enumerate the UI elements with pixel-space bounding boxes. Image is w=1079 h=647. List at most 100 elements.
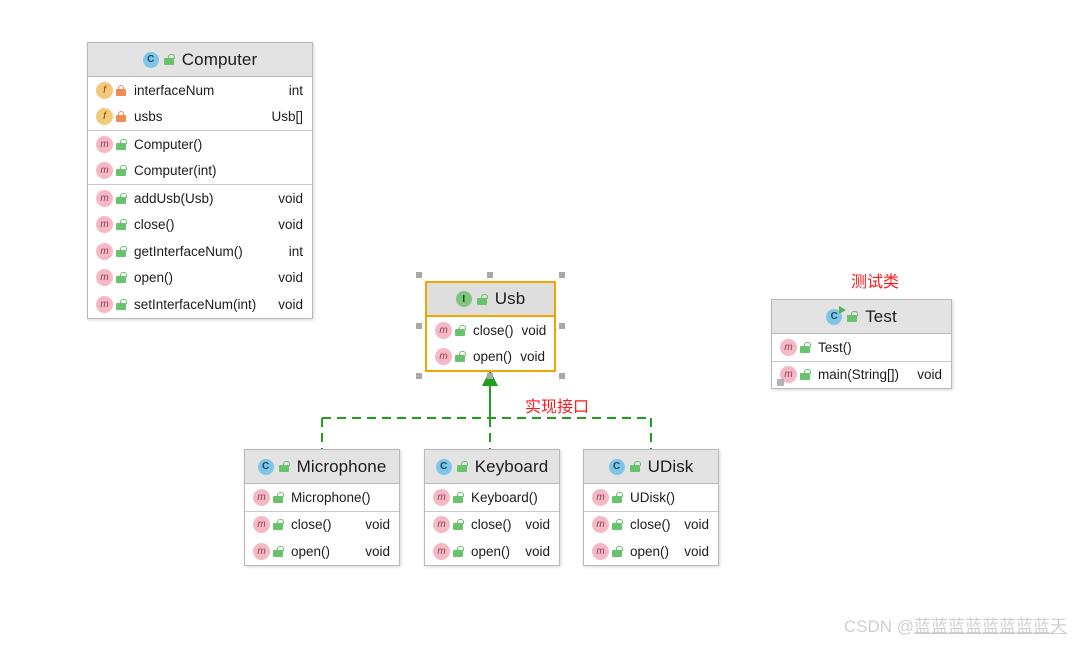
diagram-canvas: C Computer f interfaceNum int f usbs Usb… — [0, 0, 1079, 647]
method-row[interactable]: m Test() — [772, 334, 951, 361]
method-icon: m — [253, 516, 270, 534]
field-name: interfaceNum — [134, 82, 215, 98]
methods-section: m addUsb(Usb) void m close() void m getI… — [88, 185, 312, 318]
field-row[interactable]: f interfaceNum int — [88, 77, 312, 104]
selection-handle-s[interactable] — [487, 373, 493, 379]
method-row[interactable]: m open() void — [427, 344, 554, 371]
methods-section: m close() void m open() void — [584, 512, 718, 565]
method-icon: m — [435, 348, 452, 366]
public-unlocked-icon — [847, 311, 859, 322]
class-icon: C — [435, 458, 452, 475]
method-row[interactable]: m close() void — [584, 512, 718, 539]
methods-section: m close() void m open() void — [425, 512, 559, 565]
public-unlocked-icon — [455, 351, 466, 363]
method-row[interactable]: m open() void — [584, 538, 718, 565]
methods-section: m close() void m open() void — [427, 317, 554, 370]
method-icon: m — [592, 488, 609, 506]
watermark-username: 蓝蓝蓝蓝蓝蓝蓝蓝天 — [914, 617, 1067, 636]
method-row[interactable]: m addUsb(Usb) void — [88, 185, 312, 212]
method-icon: m — [780, 338, 797, 356]
selection-handle-ne[interactable] — [559, 272, 565, 278]
method-row[interactable]: m open() void — [245, 538, 399, 565]
private-locked-icon — [116, 84, 126, 96]
method-row[interactable]: m open() void — [88, 265, 312, 292]
method-type: void — [684, 543, 709, 559]
method-name: open() — [471, 543, 511, 559]
selection-handle-n[interactable] — [487, 272, 493, 278]
method-row[interactable]: m Microphone() — [245, 484, 399, 511]
public-unlocked-icon — [116, 245, 127, 257]
public-unlocked-icon — [612, 519, 623, 531]
selection-handle-se[interactable] — [559, 373, 565, 379]
method-row[interactable]: m close() void — [425, 512, 559, 539]
interface-name-usb: Usb — [494, 289, 526, 308]
method-static-icon: m — [777, 366, 797, 387]
method-name: Computer(int) — [134, 163, 217, 179]
method-type: void — [684, 517, 709, 533]
selection-handle-w[interactable] — [416, 323, 422, 329]
method-icon: m — [253, 542, 270, 560]
class-box-keyboard[interactable]: C Keyboard m Keyboard() m close() void m… — [424, 449, 560, 566]
watermark-prefix: CSDN @ — [843, 617, 914, 636]
methods-section: m main(String[]) void — [772, 362, 951, 389]
method-row[interactable]: m Computer(int) — [88, 158, 312, 185]
constructors-section: m Test() — [772, 334, 951, 362]
method-icon: m — [96, 162, 113, 180]
selection-handle-e[interactable] — [559, 323, 565, 329]
method-type: void — [525, 517, 550, 533]
class-box-microphone[interactable]: C Microphone m Microphone() m close() vo… — [244, 449, 400, 566]
selection-handle-nw[interactable] — [416, 272, 422, 278]
method-row[interactable]: m open() void — [425, 538, 559, 565]
public-unlocked-icon — [455, 324, 466, 336]
class-box-test[interactable]: C Test m Test() m main(String[]) void — [771, 299, 952, 389]
method-icon: m — [96, 242, 113, 260]
method-icon: m — [592, 516, 609, 534]
method-row[interactable]: m main(String[]) void — [772, 362, 951, 389]
public-unlocked-icon — [116, 138, 127, 150]
method-row[interactable]: m close() void — [427, 317, 554, 344]
method-row[interactable]: m UDisk() — [584, 484, 718, 511]
method-icon: m — [592, 542, 609, 560]
method-name: addUsb(Usb) — [134, 190, 214, 206]
class-name-microphone: Microphone — [296, 456, 387, 476]
method-icon: m — [96, 269, 113, 287]
method-name: getInterfaceNum() — [134, 243, 243, 259]
field-icon: f — [96, 81, 113, 99]
method-name: open() — [630, 543, 670, 559]
interface-icon: I — [455, 291, 472, 307]
method-row[interactable]: m close() void — [245, 512, 399, 539]
class-box-computer[interactable]: C Computer f interfaceNum int f usbs Usb… — [87, 42, 313, 319]
public-unlocked-icon — [116, 165, 127, 177]
field-icon: f — [96, 108, 113, 126]
method-icon: m — [433, 488, 450, 506]
method-type: void — [917, 367, 942, 383]
method-name: UDisk() — [630, 489, 675, 505]
method-row[interactable]: m Keyboard() — [425, 484, 559, 511]
method-row[interactable]: m setInterfaceNum(int) void — [88, 291, 312, 318]
public-unlocked-icon — [116, 298, 127, 310]
annotation-implements-interface: 实现接口 — [525, 399, 590, 416]
public-unlocked-icon — [116, 272, 127, 284]
annotation-test-class: 测试类 — [851, 274, 900, 291]
method-name: open() — [473, 349, 513, 365]
method-type: void — [520, 349, 545, 365]
interface-box-usb[interactable]: I Usb m close() void m open() void — [425, 281, 556, 372]
public-unlocked-icon — [476, 293, 488, 305]
fields-section: f interfaceNum int f usbs Usb[] — [88, 77, 312, 131]
class-name-udisk: UDisk — [647, 456, 694, 476]
method-icon: m — [433, 542, 450, 560]
interface-header-usb: I Usb — [427, 283, 554, 317]
field-type: Usb[] — [271, 109, 303, 125]
method-name: setInterfaceNum(int) — [134, 296, 257, 312]
class-icon: C — [608, 458, 625, 475]
method-type: void — [365, 543, 390, 559]
public-unlocked-icon — [273, 491, 284, 503]
method-row[interactable]: m getInterfaceNum() int — [88, 238, 312, 265]
method-type: void — [278, 296, 303, 312]
selection-handle-sw[interactable] — [416, 373, 422, 379]
method-row[interactable]: m close() void — [88, 212, 312, 239]
method-name: close() — [473, 322, 514, 338]
method-row[interactable]: m Computer() — [88, 131, 312, 158]
class-box-udisk[interactable]: C UDisk m UDisk() m close() void m open(… — [583, 449, 719, 566]
field-row[interactable]: f usbs Usb[] — [88, 104, 312, 131]
